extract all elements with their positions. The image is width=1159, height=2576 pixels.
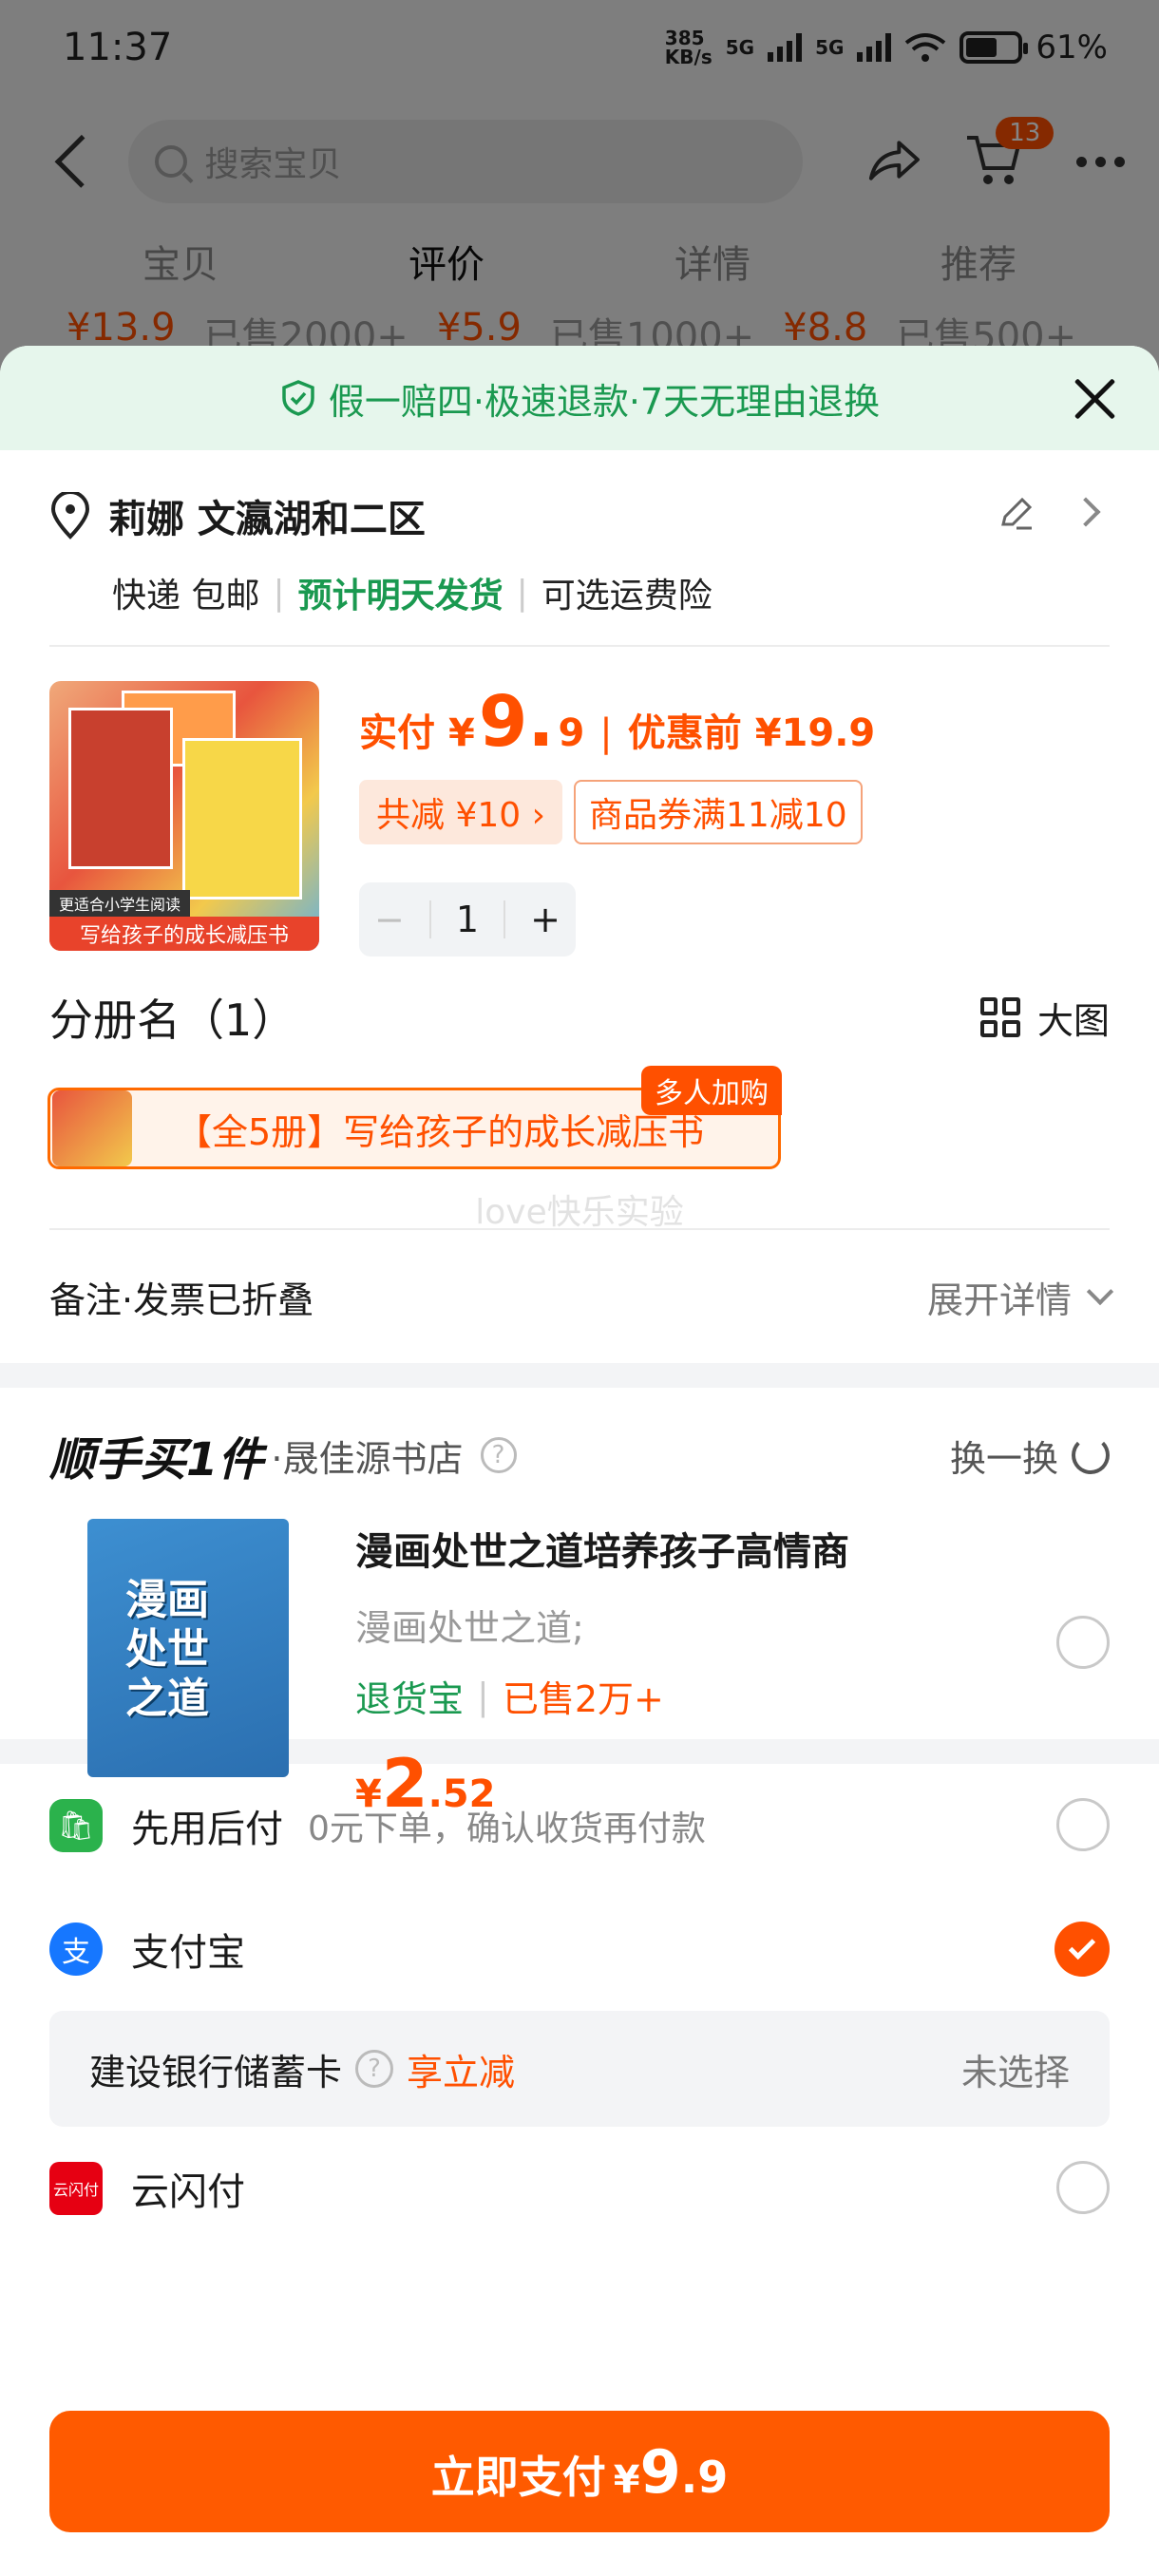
guarantee-text: 假一赔四·极速退款·7天无理由退换 bbox=[328, 380, 881, 423]
edit-icon[interactable] bbox=[996, 492, 1037, 534]
bank-card-row[interactable]: 建设银行储蓄卡 ? 享立减 未选择 bbox=[49, 2011, 1110, 2127]
remark-label: 备注·发票已折叠 bbox=[49, 1279, 314, 1321]
alipay-radio-checked[interactable] bbox=[1054, 1922, 1110, 1977]
instant-discount: 享立减 bbox=[407, 2051, 516, 2093]
close-icon[interactable] bbox=[1072, 376, 1117, 422]
sold-count: 已售2万+ bbox=[502, 1678, 664, 1720]
section-gap bbox=[0, 1363, 1159, 1388]
shipping-info: 快递 包邮 | 预计明天发货 | 可选运费险 bbox=[112, 568, 1110, 617]
chevron-down-icon bbox=[1086, 1278, 1114, 1306]
addon-store: ·晟佳源书店 bbox=[271, 1437, 464, 1480]
shipping-insurance: 可选运费险 bbox=[541, 577, 712, 616]
popular-badge: 多人加购 bbox=[641, 1066, 782, 1115]
qty-value[interactable]: 1 bbox=[456, 899, 479, 940]
coupon-chip: 商品券满11减10 bbox=[574, 780, 863, 844]
product-thumbnail[interactable]: 更适合小学生阅读 写给孩子的成长减压书 bbox=[49, 681, 319, 951]
checkout-sheet: 假一赔四·极速退款·7天无理由退换 莉娜 文瀛湖和二区 快递 包邮 | 预计明天… bbox=[0, 346, 1159, 2576]
product-row: 更适合小学生阅读 写给孩子的成长减压书 实付 ¥ 9. 9 | 优惠前 ¥19.… bbox=[0, 647, 1159, 970]
unionpay-radio[interactable] bbox=[1056, 2161, 1110, 2214]
pay-later-row[interactable]: 🛍 先用后付 0元下单，确认收货再付款 bbox=[49, 1764, 1110, 1887]
addon-thumbnail[interactable]: 漫画处世之道 bbox=[87, 1519, 289, 1777]
grid-icon bbox=[979, 997, 1020, 1037]
shield-icon bbox=[282, 380, 314, 416]
quantity-stepper: − 1 + bbox=[359, 882, 576, 957]
variant-thumb bbox=[52, 1090, 132, 1166]
remark-row[interactable]: 备注·发票已折叠 展开详情 bbox=[0, 1230, 1159, 1363]
dim-overlay[interactable] bbox=[0, 0, 1159, 380]
help-icon[interactable]: ? bbox=[480, 1437, 517, 1473]
variant-header: 分册名（1） 大图 bbox=[0, 979, 1159, 1055]
location-pin-icon bbox=[50, 492, 90, 540]
address-name: 莉娜 文瀛湖和二区 bbox=[108, 498, 426, 541]
addon-title: 顺手买1件 bbox=[49, 1433, 264, 1487]
ship-eta: 预计明天发货 bbox=[297, 577, 504, 616]
qty-minus-button[interactable]: − bbox=[374, 899, 405, 940]
guarantee-banner: 假一赔四·极速退款·7天无理由退换 bbox=[0, 346, 1159, 450]
address-section[interactable]: 莉娜 文瀛湖和二区 快递 包邮 | 预计明天发货 | 可选运费险 bbox=[0, 450, 1159, 645]
discount-chip[interactable]: 共减 ¥10 › bbox=[359, 780, 562, 844]
help-icon[interactable]: ? bbox=[355, 2050, 394, 2088]
variant-title: 分册名（1） bbox=[49, 994, 296, 1046]
addon-select-radio[interactable] bbox=[1056, 1616, 1110, 1669]
variant-option[interactable]: 【全5册】写给孩子的成长减压书 多人加购 bbox=[48, 1066, 782, 1169]
refresh-icon bbox=[1072, 1436, 1110, 1474]
addon-name[interactable]: 漫画处世之道培养孩子高情商 bbox=[355, 1521, 1110, 1576]
alipay-row[interactable]: 支 支付宝 bbox=[49, 1887, 1110, 2011]
qty-plus-button[interactable]: + bbox=[530, 899, 560, 940]
watermark: love快乐实验 bbox=[475, 1193, 684, 1232]
bank-unselected: 未选择 bbox=[960, 2051, 1070, 2093]
final-price: 9. bbox=[478, 681, 555, 763]
price-row: 实付 ¥ 9. 9 | 优惠前 ¥19.9 bbox=[359, 681, 876, 763]
payment-methods: 🛍 先用后付 0元下单，确认收货再付款 支 支付宝 建设银行储蓄卡 ? 享立减 … bbox=[0, 1764, 1159, 2250]
alipay-icon: 支 bbox=[49, 1923, 103, 1976]
swap-button[interactable]: 换一换 bbox=[950, 1430, 1110, 1482]
addon-spec: 漫画处世之道; bbox=[355, 1607, 584, 1649]
pay-later-icon: 🛍 bbox=[49, 1799, 103, 1852]
return-tag: 退货宝 bbox=[355, 1678, 465, 1720]
pay-now-button[interactable]: 立即支付 ¥ 9 .9 bbox=[49, 2411, 1110, 2532]
unionpay-icon: 云闪付 bbox=[49, 2162, 103, 2215]
big-view-button[interactable]: 大图 bbox=[979, 992, 1110, 1044]
pay-later-radio[interactable] bbox=[1056, 1798, 1110, 1851]
original-price: 优惠前 ¥19.9 bbox=[627, 711, 876, 755]
unionpay-row[interactable]: 云闪付 云闪付 bbox=[49, 2127, 1110, 2250]
